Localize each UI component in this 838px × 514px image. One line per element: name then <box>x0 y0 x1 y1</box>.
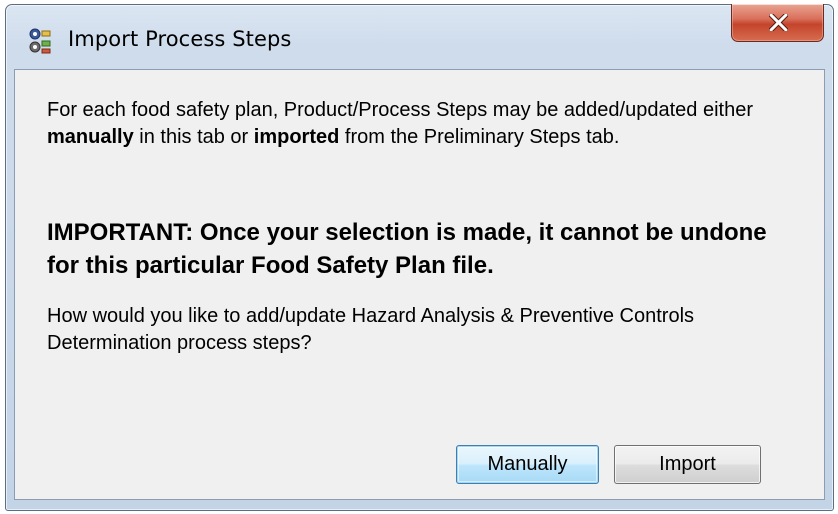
close-icon <box>769 14 788 31</box>
important-warning: IMPORTANT: Once your selection is made, … <box>47 219 767 279</box>
import-process-steps-dialog: Import Process Steps For each food safet… <box>5 4 834 511</box>
manually-button[interactable]: Manually <box>456 445 599 484</box>
intro-message: For each food safety plan, Product/Proce… <box>47 97 787 151</box>
intro-bold-imported: imported <box>253 126 340 148</box>
close-button[interactable] <box>731 4 824 42</box>
app-steps-icon <box>28 28 52 54</box>
dialog-body: For each food safety plan, Product/Proce… <box>14 69 825 500</box>
intro-text-2: in this tab or <box>133 126 254 148</box>
question-text: How would you like to add/update Hazard … <box>47 305 695 354</box>
title-bar[interactable]: Import Process Steps <box>6 4 833 69</box>
intro-bold-manually: manually <box>47 126 134 148</box>
import-button[interactable]: Import <box>614 445 761 484</box>
window-title: Import Process Steps <box>68 27 292 51</box>
intro-text-3: from the Preliminary Steps tab. <box>339 126 620 148</box>
intro-text-1: For each food safety plan, Product/Proce… <box>47 99 753 121</box>
